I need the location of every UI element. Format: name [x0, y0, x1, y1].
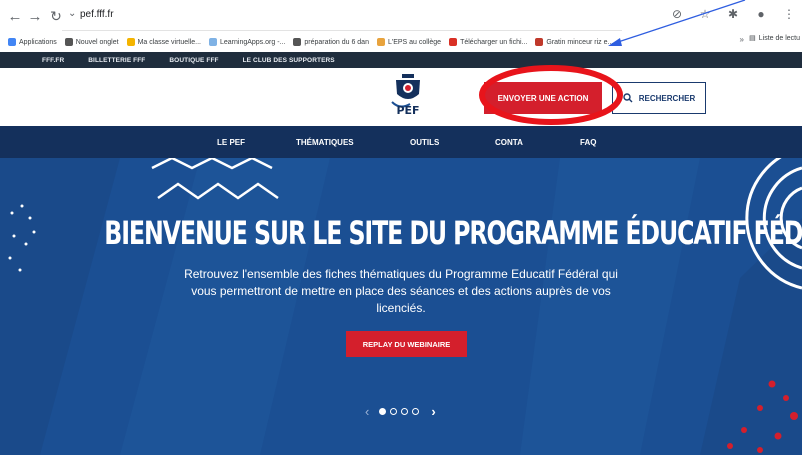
- reading-list-label: Liste de lectu: [758, 34, 800, 42]
- nav-item-le-pef[interactable]: LE PEF: [217, 138, 245, 147]
- nav-item-faq[interactable]: FAQ: [580, 138, 596, 147]
- topbar-link-boutique[interactable]: BOUTIQUE FFF: [169, 57, 218, 64]
- pef-logo-icon[interactable]: PEF: [388, 74, 428, 118]
- chrome-icon: [293, 38, 302, 46]
- hero-description: Retrouvez l'ensemble des fiches thématiq…: [184, 267, 618, 315]
- toolbar-icons: ⊘ ☆ ✱ ● ⋮: [670, 7, 796, 21]
- carousel-dot-3[interactable]: [401, 408, 409, 415]
- bookmark-label: Applications: [19, 38, 57, 46]
- bookmark-label: préparation du 6 dan: [304, 38, 369, 46]
- nav-item-outils[interactable]: OUTILS: [410, 138, 439, 147]
- reading-list-icon: ▤: [749, 35, 756, 42]
- apps-grid-icon: [8, 38, 16, 46]
- recipe-icon: [535, 38, 544, 46]
- topbar-link-fff[interactable]: FFF.FR: [42, 57, 64, 64]
- profile-avatar-icon[interactable]: ●: [754, 7, 768, 21]
- search-button-label: RECHERCHER: [638, 93, 696, 103]
- browser-chrome: ← → ↻ ⌄ pef.fff.fr ⊘ ☆ ✱ ● ⋮ Application…: [0, 0, 802, 52]
- chrome-icon: [64, 38, 73, 46]
- bookmark-label: LearningApps.org -...: [219, 38, 286, 46]
- hero-title: BIENVENUE SUR LE SITE DU PROGRAMME ÉDUCA…: [104, 214, 802, 252]
- carousel-prev-icon[interactable]: ‹: [365, 404, 369, 419]
- search-button[interactable]: RECHERCHER: [612, 82, 706, 114]
- bookmark-item[interactable]: préparation du 6 dan: [293, 38, 369, 46]
- bookmark-label: L'EPS au collège: [387, 38, 442, 46]
- carousel-controls: ‹ ›: [365, 404, 436, 419]
- more-bookmarks-chevron[interactable]: »: [740, 35, 744, 44]
- learningapps-icon: [208, 38, 217, 46]
- bookmark-item[interactable]: Applications: [8, 38, 57, 46]
- forward-arrow-icon[interactable]: →: [26, 7, 44, 25]
- extensions-puzzle-icon[interactable]: ✱: [726, 7, 740, 21]
- reload-icon[interactable]: ↻: [47, 7, 65, 25]
- nav-item-thematiques[interactable]: THÉMATIQUES: [296, 138, 354, 147]
- carousel-dot-2[interactable]: [390, 408, 398, 415]
- bookmark-item[interactable]: L'EPS au collège: [376, 38, 442, 46]
- bookmark-label: Nouvel onglet: [75, 38, 119, 46]
- bookmark-label: Ma classe virtuelle...: [137, 38, 201, 46]
- bookmark-label: Télécharger un fichi...: [460, 38, 528, 46]
- back-arrow-icon[interactable]: ←: [6, 7, 24, 25]
- eps-icon: [376, 38, 385, 46]
- topbar-link-billetterie[interactable]: BILLETTERIE FFF: [88, 57, 145, 64]
- replay-webinar-button[interactable]: REPLAY DU WEBINAIRE: [346, 331, 467, 357]
- topbar-link-club-supporters[interactable]: LE CLUB DES SUPPORTERS: [243, 57, 335, 64]
- url-bar-divider: [62, 30, 622, 31]
- search-icon: [623, 93, 633, 103]
- bookmark-label: Gratin minceur riz e...: [546, 38, 614, 46]
- site-top-bar: FFF.FR BILLETTERIE FFF BOUTIQUE FFF LE C…: [0, 52, 802, 68]
- no-tracking-icon[interactable]: ⊘: [670, 7, 684, 21]
- main-navigation: LE PEF THÉMATIQUES OUTILS CONTA FAQ: [0, 126, 802, 158]
- download-site-icon: [449, 38, 458, 46]
- menu-dots-icon[interactable]: ⋮: [782, 7, 796, 21]
- bookmark-item[interactable]: Gratin minceur riz e...: [535, 38, 613, 46]
- url-text[interactable]: pef.fff.fr: [80, 9, 114, 20]
- send-action-button[interactable]: ENVOYER UNE ACTION: [484, 82, 602, 114]
- url-chevron-down-icon[interactable]: ⌄: [68, 8, 76, 19]
- class-icon: [126, 38, 135, 46]
- star-bookmark-icon[interactable]: ☆: [698, 7, 712, 21]
- carousel-dot-1[interactable]: [379, 408, 387, 415]
- svg-text:PEF: PEF: [396, 104, 419, 117]
- carousel-dot-4[interactable]: [412, 408, 420, 415]
- bookmark-item[interactable]: LearningApps.org -...: [208, 38, 286, 46]
- address-row: ← → ↻ ⌄ pef.fff.fr ⊘ ☆ ✱ ● ⋮: [0, 0, 802, 32]
- bookmark-item[interactable]: Télécharger un fichi...: [449, 38, 527, 46]
- bookmark-item[interactable]: Ma classe virtuelle...: [126, 38, 201, 46]
- bookmark-item[interactable]: Nouvel onglet: [64, 38, 119, 46]
- reading-list[interactable]: ▤ Liste de lectu: [749, 34, 800, 43]
- carousel-next-icon[interactable]: ›: [431, 404, 435, 419]
- nav-item-contact[interactable]: CONTA: [495, 138, 523, 147]
- hero-banner: BIENVENUE SUR LE SITE DU PROGRAMME ÉDUCA…: [0, 158, 802, 455]
- bookmarks-bar: Applications Nouvel onglet Ma classe virtu…: [0, 32, 802, 52]
